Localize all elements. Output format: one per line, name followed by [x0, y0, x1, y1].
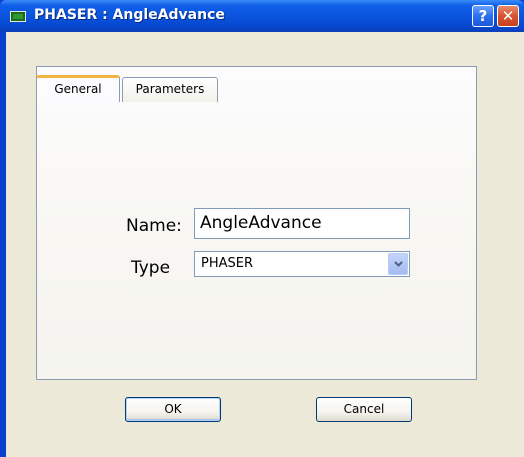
- chevron-down-icon: [394, 261, 403, 267]
- help-button[interactable]: ?: [472, 5, 494, 27]
- close-button[interactable]: ✕: [497, 5, 519, 27]
- type-label: Type: [131, 258, 171, 278]
- type-select-value: PHASER: [201, 256, 254, 271]
- dropdown-button[interactable]: [388, 253, 408, 275]
- cancel-button[interactable]: Cancel: [316, 397, 412, 422]
- name-label: Name:: [126, 216, 182, 236]
- window-title: PHASER : AngleAdvance: [34, 7, 225, 23]
- tab-general[interactable]: General: [36, 75, 120, 102]
- app-icon: [10, 11, 26, 22]
- name-input[interactable]: AngleAdvance: [194, 208, 410, 239]
- ok-button[interactable]: OK: [125, 397, 221, 422]
- type-select[interactable]: PHASER: [194, 251, 410, 277]
- title-bar[interactable]: PHASER : AngleAdvance ? ✕: [0, 0, 524, 32]
- tab-parameters[interactable]: Parameters: [122, 77, 218, 102]
